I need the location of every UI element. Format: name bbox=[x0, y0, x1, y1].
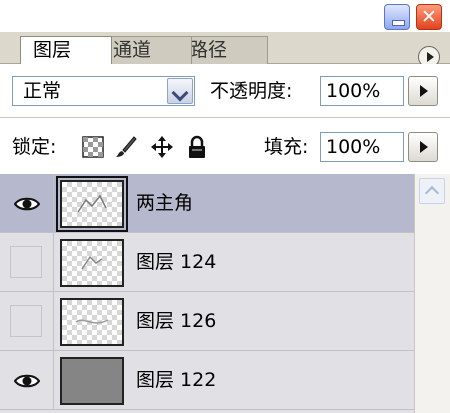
layer-thumbnail bbox=[60, 298, 124, 346]
eye-icon bbox=[14, 197, 40, 211]
thumbnail-image bbox=[77, 194, 107, 213]
layer-thumbnail bbox=[60, 239, 124, 287]
panel-titlebar: ✕ bbox=[0, 0, 450, 32]
layer-name: 两主角 bbox=[136, 192, 194, 214]
layers-list: 两主角 图层 124 图层 126 图层 122 bbox=[0, 174, 414, 413]
fill-slider-button[interactable] bbox=[408, 132, 438, 162]
layers-scrollbar[interactable] bbox=[414, 174, 450, 413]
layer-name: 图层 124 bbox=[136, 251, 217, 273]
lock-label: 锁定: bbox=[12, 136, 57, 158]
tab-bar: 图层 通道 路径 bbox=[0, 32, 450, 68]
layer-controls: 正常 不透明度: 100% 锁定: 填充: 100% bbox=[0, 64, 450, 174]
layer-thumbnail bbox=[56, 176, 128, 232]
fill-label: 填充: bbox=[264, 136, 309, 158]
thumbnail-image bbox=[75, 319, 109, 324]
tab-layers[interactable]: 图层 bbox=[20, 36, 112, 64]
layer-row[interactable]: 图层 122 bbox=[0, 351, 414, 410]
layer-row[interactable]: 图层 126 bbox=[0, 292, 414, 351]
layer-thumbnail bbox=[60, 357, 124, 405]
layers-panel: ✕ 图层 通道 路径 正常 不透明度: 100% 锁定: 填充: 100% 两主… bbox=[0, 0, 450, 413]
eye-icon bbox=[14, 374, 40, 388]
minimize-button[interactable] bbox=[384, 4, 410, 30]
layer-name: 图层 126 bbox=[136, 310, 217, 332]
layer-row[interactable]: 两主角 bbox=[0, 174, 414, 233]
layer-name: 图层 122 bbox=[136, 369, 217, 391]
close-button[interactable]: ✕ bbox=[416, 4, 442, 30]
fill-field[interactable]: 100% bbox=[320, 132, 404, 162]
blend-mode-select[interactable]: 正常 bbox=[12, 76, 195, 106]
visibility-toggle[interactable] bbox=[0, 292, 54, 350]
opacity-field[interactable]: 100% bbox=[320, 76, 404, 106]
visibility-toggle[interactable] bbox=[0, 233, 54, 291]
blend-mode-value: 正常 bbox=[23, 80, 62, 102]
move-icon[interactable] bbox=[150, 135, 174, 159]
layer-row[interactable]: 图层 124 bbox=[0, 233, 414, 292]
opacity-slider-button[interactable] bbox=[408, 76, 438, 106]
lock-transparent-pixels-icon[interactable] bbox=[82, 135, 104, 159]
visibility-toggle[interactable] bbox=[0, 351, 54, 409]
scroll-up-button[interactable] bbox=[419, 178, 445, 204]
chevron-down-icon[interactable] bbox=[167, 78, 193, 104]
close-icon: ✕ bbox=[421, 6, 437, 28]
brush-icon[interactable] bbox=[114, 135, 138, 159]
opacity-label: 不透明度: bbox=[210, 80, 293, 102]
thumbnail-image bbox=[81, 255, 103, 270]
lock-icon[interactable] bbox=[186, 135, 208, 159]
divider bbox=[0, 117, 450, 118]
visibility-box bbox=[10, 246, 42, 278]
visibility-toggle[interactable] bbox=[0, 174, 54, 232]
visibility-box bbox=[10, 305, 42, 337]
